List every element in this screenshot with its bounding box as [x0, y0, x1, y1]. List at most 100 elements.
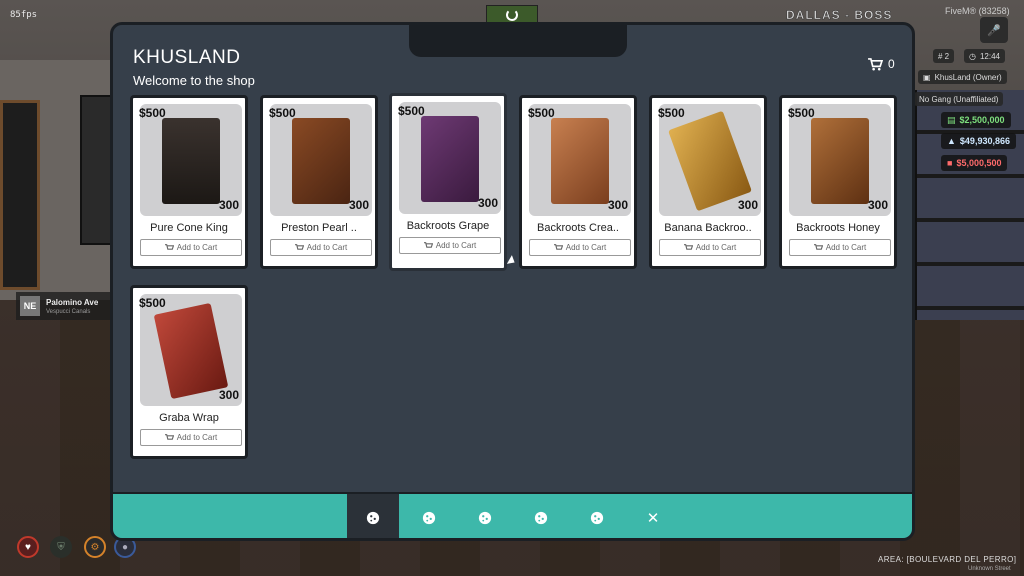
product-price: $500 — [658, 106, 685, 120]
clock-badge: ◷ 12:44 — [964, 49, 1006, 63]
category-tab[interactable] — [571, 494, 623, 538]
product-card[interactable]: $500 300 Backroots Honey Add to Cart — [779, 95, 897, 269]
cart-count: 0 — [888, 57, 895, 71]
category-bar: ✕ — [113, 492, 912, 538]
cart-icon — [423, 241, 433, 248]
cart-icon — [164, 243, 174, 250]
product-card[interactable]: $500 300 Backroots Crea.. Add to Cart — [519, 95, 637, 269]
add-to-cart-button[interactable]: Add to Cart — [270, 239, 372, 256]
bank-badge: ▲ $49,930,866 — [941, 133, 1016, 149]
area-sub-label: Unknown Street — [968, 566, 1011, 572]
hunger-icon: ⚙ — [84, 536, 106, 558]
product-name: Pure Cone King — [150, 222, 228, 234]
category-tab[interactable] — [515, 494, 567, 538]
street-area: Vespucci Canals — [46, 308, 91, 315]
bank-icon: ▲ — [947, 136, 956, 146]
cart-icon — [683, 243, 693, 250]
product-card-hovered[interactable]: $500 300 Backroots Grape Add to Cart — [389, 93, 507, 271]
window-notch — [409, 25, 627, 57]
gang-badge: No Gang (Unaffiliated) — [914, 92, 1004, 106]
player-id-badge: # 2 — [933, 49, 955, 63]
armor-icon: ⛨ — [50, 536, 72, 558]
server-name: DALLAS - BOSS — [786, 8, 893, 23]
add-to-cart-label: Add to Cart — [565, 243, 607, 252]
add-to-cart-button[interactable]: Add to Cart — [529, 239, 631, 256]
product-pack — [421, 116, 479, 202]
category-tab-active[interactable] — [347, 494, 399, 538]
background-chalkboard — [0, 100, 40, 290]
cart-button[interactable]: 0 — [868, 57, 895, 71]
cookie-icon — [422, 511, 436, 525]
product-card[interactable]: $500 300 Preston Pearl .. Add to Cart — [260, 95, 378, 269]
product-name: Backroots Crea.. — [537, 222, 619, 234]
dirty-money-amount: $5,000,500 — [956, 158, 1002, 168]
add-to-cart-button[interactable]: Add to Cart — [659, 239, 761, 256]
dirty-money-icon: ■ — [947, 158, 953, 168]
player-tag: FiveM® (83258) — [945, 6, 1010, 16]
product-name: Backroots Grape — [406, 220, 490, 232]
cash-amount: $2,500,000 — [959, 115, 1005, 125]
area-label: AREA: [BOULEVARD DEL PERRO] — [878, 555, 1017, 564]
product-pack — [551, 118, 609, 204]
add-to-cart-label: Add to Cart — [306, 243, 348, 252]
cart-icon — [868, 57, 883, 70]
health-icon: ♥ — [17, 536, 39, 558]
add-to-cart-label: Add to Cart — [695, 243, 737, 252]
product-quantity: 300 — [737, 198, 758, 212]
close-button[interactable]: ✕ — [627, 494, 679, 538]
gang-label: No Gang (Unaffiliated) — [919, 94, 999, 104]
product-pack — [811, 118, 869, 204]
product-price: $500 — [139, 106, 166, 120]
add-to-cart-button[interactable]: Add to Cart — [399, 237, 501, 254]
add-to-cart-label: Add to Cart — [176, 433, 218, 442]
product-price: $500 — [788, 106, 815, 120]
product-name: Preston Pearl .. — [281, 222, 357, 234]
cookie-icon — [366, 511, 380, 525]
cash-icon: ▤ — [947, 114, 956, 125]
close-icon: ✕ — [646, 510, 660, 527]
shop-window: KHUSLAND Welcome to the shop 0 $500 300 … — [110, 22, 915, 541]
product-pack — [292, 118, 350, 204]
cart-icon — [813, 243, 823, 250]
product-price: $500 — [398, 104, 425, 118]
product-quantity: 300 — [867, 198, 888, 212]
product-quantity: 300 — [218, 198, 239, 212]
hash-label: # 2 — [938, 51, 950, 61]
mic-muted-icon[interactable]: 🎤 — [980, 17, 1008, 43]
category-tab[interactable] — [403, 494, 455, 538]
fps-counter: 85fps — [10, 10, 38, 20]
business-badge: ▣ KhusLand (Owner) — [918, 70, 1007, 84]
dirty-money-badge: ■ $5,000,500 — [941, 155, 1008, 171]
cookie-icon — [478, 511, 492, 525]
product-quantity: 300 — [348, 198, 369, 212]
loading-ring-icon — [506, 9, 518, 21]
product-name: Banana Backroo.. — [664, 222, 752, 234]
shop-title: KHUSLAND — [133, 47, 241, 68]
product-card[interactable]: $500 300 Graba Wrap Add to Cart — [130, 285, 248, 459]
shop-subtitle: Welcome to the shop — [133, 73, 255, 88]
product-name: Backroots Honey — [796, 222, 880, 234]
street-text: Palomino Ave Vespucci Canals — [46, 298, 98, 315]
add-to-cart-label: Add to Cart — [435, 241, 477, 250]
add-to-cart-button[interactable]: Add to Cart — [140, 239, 242, 256]
product-price: $500 — [269, 106, 296, 120]
product-card[interactable]: $500 300 Pure Cone King Add to Cart — [130, 95, 248, 269]
bank-amount: $49,930,866 — [959, 136, 1010, 146]
street-indicator: NE Palomino Ave Vespucci Canals — [16, 292, 116, 320]
product-pack — [668, 110, 752, 212]
product-quantity: 300 — [607, 198, 628, 212]
cart-icon — [294, 243, 304, 250]
add-to-cart-label: Add to Cart — [176, 243, 218, 252]
product-price: $500 — [528, 106, 555, 120]
add-to-cart-label: Add to Cart — [825, 243, 867, 252]
product-card[interactable]: $500 300 Banana Backroo.. Add to Cart — [649, 95, 767, 269]
cookie-icon — [534, 511, 548, 525]
compass-direction: NE — [20, 296, 40, 316]
product-name: Graba Wrap — [159, 412, 219, 424]
category-tab[interactable] — [459, 494, 511, 538]
add-to-cart-button[interactable]: Add to Cart — [789, 239, 891, 256]
add-to-cart-button[interactable]: Add to Cart — [140, 429, 242, 446]
business-label: KhusLand (Owner) — [934, 72, 1002, 82]
briefcase-icon: ▣ — [923, 72, 931, 82]
product-quantity: 300 — [477, 196, 498, 210]
